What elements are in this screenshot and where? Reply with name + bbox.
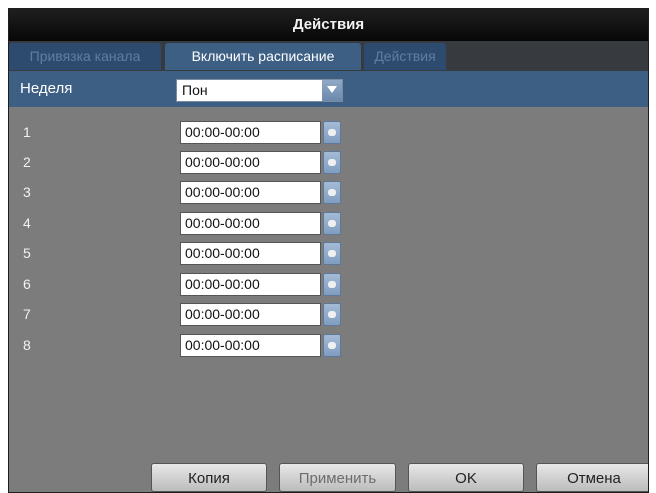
week-row: Неделя Пон xyxy=(9,71,648,107)
period-time-field[interactable]: 00:00-00:00 xyxy=(180,273,321,296)
period-number: 6 xyxy=(23,276,31,292)
copy-button[interactable]: Копия xyxy=(151,463,267,492)
chevron-down-icon[interactable] xyxy=(322,80,342,101)
period-number: 3 xyxy=(23,184,31,200)
edit-time-icon[interactable] xyxy=(323,273,341,296)
tab-enable-schedule[interactable]: Включить расписание xyxy=(165,43,361,70)
tab-channel-binding[interactable]: Привязка канала xyxy=(9,43,161,70)
actions-dialog: Действия Привязка канала Включить распис… xyxy=(8,8,649,493)
dialog-title: Действия xyxy=(9,9,648,41)
tab-actions[interactable]: Действия xyxy=(364,43,446,70)
period-number: 8 xyxy=(23,337,31,353)
period-time-field[interactable]: 00:00-00:00 xyxy=(180,121,321,144)
edit-time-icon[interactable] xyxy=(323,212,341,235)
period-time-field[interactable]: 00:00-00:00 xyxy=(180,303,321,326)
period-time-field[interactable]: 00:00-00:00 xyxy=(180,242,321,265)
button-bar: Копия Применить OK Отмена xyxy=(9,456,648,492)
period-time-field[interactable]: 00:00-00:00 xyxy=(180,212,321,235)
period-time-field[interactable]: 00:00-00:00 xyxy=(180,334,321,357)
period-number: 5 xyxy=(23,245,31,261)
edit-time-icon[interactable] xyxy=(323,303,341,326)
period-time-field[interactable]: 00:00-00:00 xyxy=(180,151,321,174)
edit-time-icon[interactable] xyxy=(323,181,341,204)
period-number: 1 xyxy=(23,124,31,140)
apply-button[interactable]: Применить xyxy=(279,463,396,492)
week-label: Неделя xyxy=(20,80,73,97)
period-number: 4 xyxy=(23,215,31,231)
week-day-select[interactable]: Пон xyxy=(176,79,343,102)
edit-time-icon[interactable] xyxy=(323,242,341,265)
week-day-value: Пон xyxy=(182,82,208,98)
edit-time-icon[interactable] xyxy=(323,151,341,174)
tab-bar: Привязка канала Включить расписание Дейс… xyxy=(9,41,648,71)
period-time-field[interactable]: 00:00-00:00 xyxy=(180,181,321,204)
edit-time-icon[interactable] xyxy=(323,121,341,144)
cancel-button[interactable]: Отмена xyxy=(536,463,648,492)
edit-time-icon[interactable] xyxy=(323,334,341,357)
period-number: 7 xyxy=(23,306,31,322)
period-number: 2 xyxy=(23,154,31,170)
ok-button[interactable]: OK xyxy=(408,463,524,492)
